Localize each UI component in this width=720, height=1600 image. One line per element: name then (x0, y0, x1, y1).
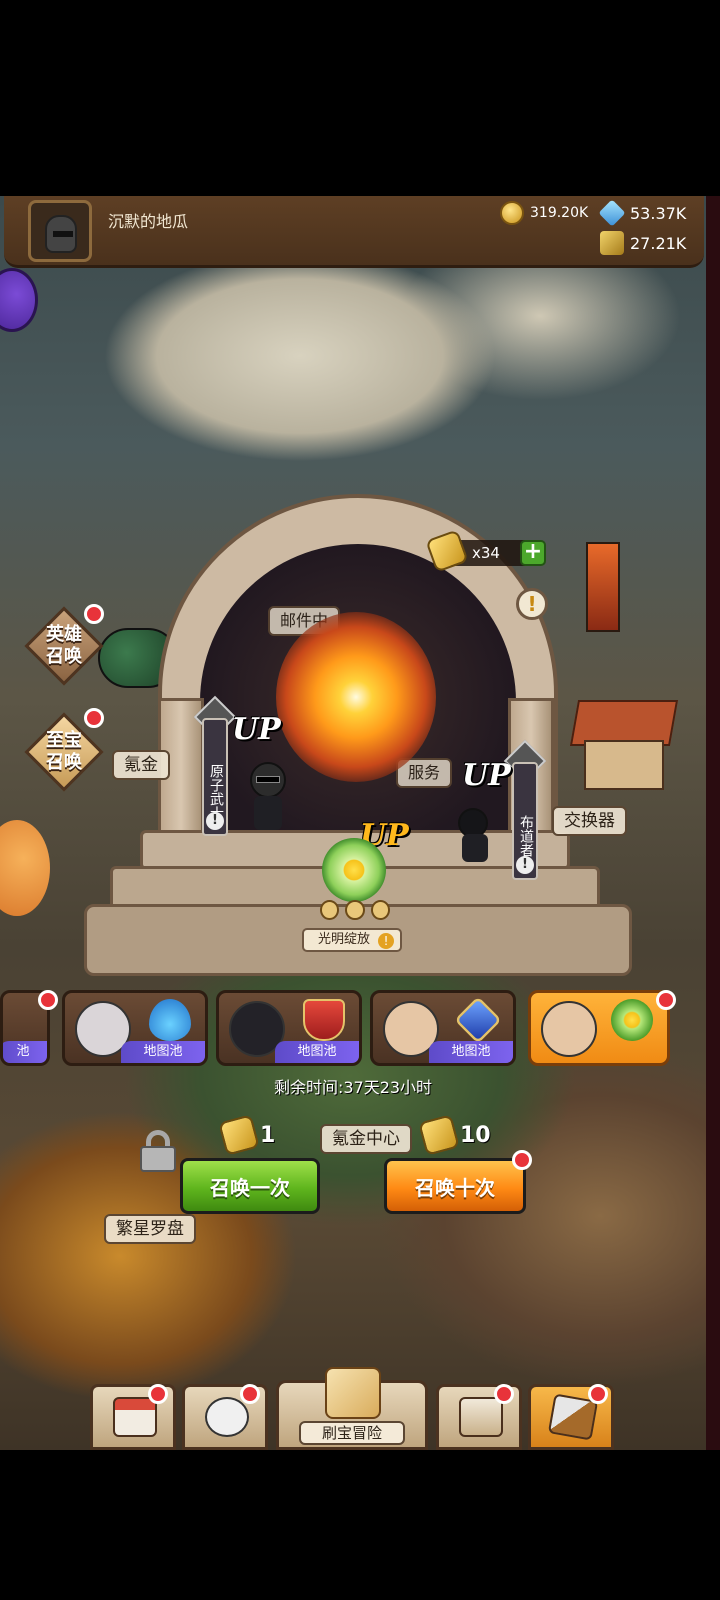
pool-tag: 地图池 (429, 1041, 513, 1063)
moon-badge-icon (370, 900, 390, 920)
pool-card-selected[interactable] (528, 990, 670, 1066)
info-button[interactable]: ! (516, 588, 548, 620)
summon-portal[interactable] (276, 612, 436, 782)
hero-glasses (256, 776, 280, 783)
nav-treasure-adventure[interactable]: 刷宝冒险 (276, 1367, 428, 1450)
ten-cost-value: 10 (460, 1122, 491, 1148)
lock-icon (140, 1130, 176, 1172)
notification-dot (148, 1384, 168, 1404)
ticket-count: x34 (472, 544, 500, 562)
featured-badges (320, 900, 390, 922)
gear-badge-icon (320, 900, 340, 920)
notification-dot (38, 990, 58, 1010)
exchanger-label[interactable]: 交换器 (552, 806, 627, 836)
up-label: UP (232, 712, 281, 747)
notification-dot (494, 1384, 514, 1404)
once-cost-value: 1 (260, 1122, 276, 1148)
summon-once-button[interactable]: 召唤一次 (180, 1158, 320, 1214)
krypton-center-label[interactable]: 氪金中心 (320, 1124, 412, 1154)
gold-resource[interactable]: 319.20K (500, 201, 588, 225)
pool-card[interactable]: 地图池 (216, 990, 362, 1066)
top-bar: 沉默的地瓜 (4, 196, 704, 268)
preacher-figure[interactable] (454, 808, 490, 864)
hero-body (462, 834, 488, 862)
notification-dot (84, 708, 104, 728)
once-cost: 1 (218, 1114, 276, 1156)
notification-dot (240, 1384, 260, 1404)
gold-coin-icon (500, 201, 524, 225)
edge-strip (706, 196, 720, 1450)
link-badge-icon (345, 900, 365, 920)
visor (53, 231, 73, 237)
notification-dot (84, 604, 104, 624)
backpack-icon (459, 1397, 503, 1437)
radiant-bloom-flower-icon[interactable] (322, 838, 386, 902)
banner-tower (586, 542, 620, 632)
notification-dot (512, 1150, 532, 1170)
star-compass-label[interactable]: 繁星罗盘 (104, 1214, 196, 1244)
add-ticket-button[interactable]: + (520, 540, 546, 566)
ticket-icon (600, 231, 624, 255)
blue-gem-icon (454, 996, 502, 1044)
water-drop-icon (149, 999, 191, 1041)
gold-amount: 319.20K (530, 205, 589, 221)
ten-cost: 10 (418, 1114, 491, 1156)
gem-icon (598, 199, 626, 227)
shop-icon (113, 1397, 157, 1437)
summon-ten-button[interactable]: 召唤十次 (384, 1158, 526, 1214)
player-avatar[interactable] (28, 200, 92, 262)
pool-tag: 地图池 (275, 1041, 359, 1063)
remaining-time: 剩余时间:37天23小时 (273, 1078, 433, 1097)
hero-summon-label: 英雄召唤 (46, 624, 82, 667)
hero-summon-button[interactable]: 英雄召唤 (24, 604, 104, 686)
featured-item-label[interactable]: 光明绽放 ! (302, 928, 402, 952)
treasure-adventure-label: 刷宝冒险 (299, 1421, 405, 1445)
exchanger-house[interactable] (569, 700, 679, 790)
game-screen: 沉默的地瓜 319.20K 53.37K 27.21K 英雄召唤 至宝召唤 邮件… (0, 0, 720, 1600)
notification-dot (656, 990, 676, 1010)
treasure-map-icon (325, 1367, 381, 1419)
hero-body (254, 796, 282, 830)
house-wall (584, 740, 664, 790)
treasure-summon-label: 至宝召唤 (46, 730, 82, 773)
pool-tag: 池 (3, 1041, 47, 1063)
summon-ticket-icon (218, 1114, 260, 1156)
pool-card[interactable]: 地图池 (370, 990, 516, 1066)
lock-body (140, 1146, 176, 1172)
ticket-amount: 27.21K (630, 233, 687, 253)
gem-amount: 53.37K (630, 203, 687, 223)
shield-sword-icon (303, 999, 345, 1041)
info-icon: ! (206, 812, 224, 830)
gem-resource[interactable]: 53.37K (598, 199, 687, 227)
krypton-label[interactable]: 氪金 (112, 750, 170, 780)
treasure-summon-button[interactable]: 至宝召唤 (24, 708, 104, 792)
ticket-resource[interactable]: 27.21K (600, 231, 686, 255)
up-label: UP (462, 758, 511, 793)
featured-item-name: 光明绽放 (318, 932, 371, 947)
atomic-samurai-figure[interactable] (246, 762, 290, 832)
info-icon: ! (516, 856, 534, 874)
notification-dot (588, 1384, 608, 1404)
info-icon: ! (378, 933, 394, 949)
hero-portrait (541, 1001, 597, 1057)
hero-icon (205, 1397, 249, 1437)
pool-tag: 地图池 (121, 1041, 205, 1063)
summon-ticket-icon (418, 1114, 460, 1156)
flower-icon (611, 999, 653, 1041)
knight-helmet-icon (45, 215, 77, 253)
pool-card[interactable]: 地图池 (62, 990, 208, 1066)
player-name: 沉默的地瓜 (108, 212, 189, 231)
